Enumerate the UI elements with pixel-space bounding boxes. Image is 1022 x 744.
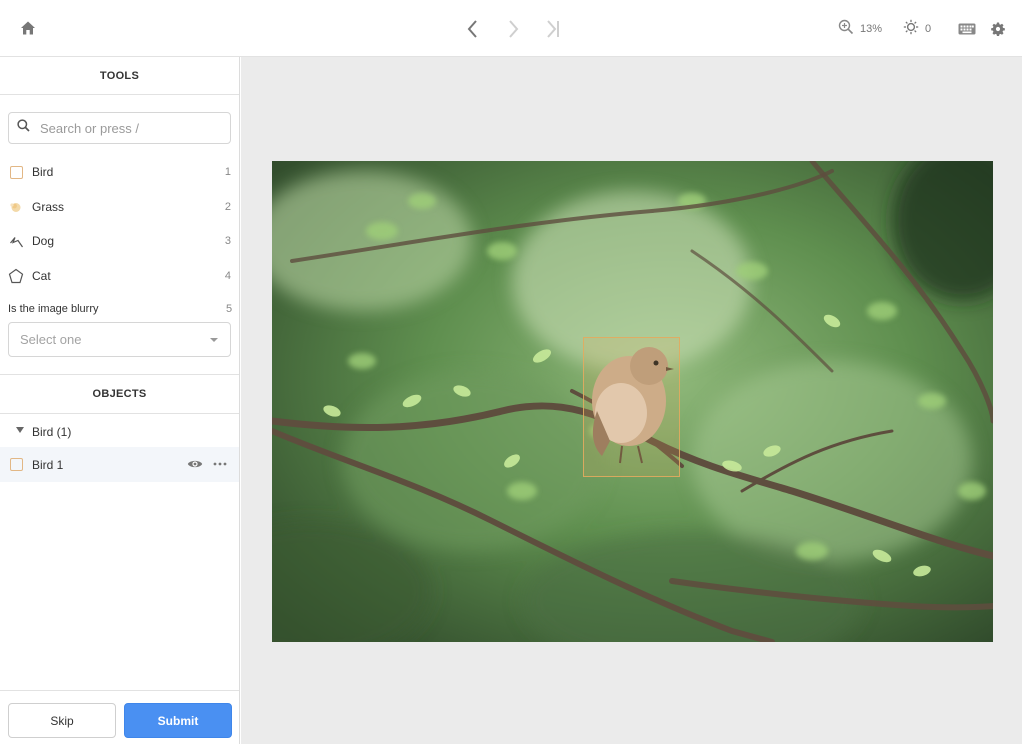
zoom-icon (838, 19, 854, 40)
tool-item-bird[interactable]: Bird 1 (0, 155, 239, 189)
select-placeholder: Select one (20, 332, 82, 347)
bounding-box-icon (8, 457, 24, 473)
group-label: Bird (1) (32, 425, 72, 439)
object-item-bird-1[interactable]: Bird 1 (0, 447, 239, 482)
image-to-label[interactable] (272, 161, 993, 642)
tool-item-dog[interactable]: Dog 3 (0, 224, 239, 258)
zoom-level: 13% (860, 23, 883, 35)
labeling-canvas[interactable] (241, 57, 1022, 744)
collapse-triangle-icon[interactable] (16, 427, 24, 433)
brightness-icon (903, 19, 919, 40)
chevron-down-icon (210, 338, 218, 342)
objects-section-title: OBJECTS (0, 374, 239, 414)
top-toolbar: 13% 0 (0, 0, 1022, 57)
tool-label: Bird (32, 165, 54, 179)
tool-search[interactable] (8, 112, 231, 144)
bird-bounding-box[interactable] (583, 337, 680, 477)
tool-label: Grass (32, 200, 65, 214)
brightness-control[interactable]: 0 (903, 18, 931, 40)
tool-label: Dog (32, 234, 55, 248)
blurry-question-hotkey: 5 (226, 303, 233, 315)
tool-hotkey: 3 (224, 235, 231, 247)
home-icon[interactable] (16, 16, 40, 40)
polyline-icon (8, 233, 24, 249)
zoom-control[interactable]: 13% (838, 18, 882, 40)
brush-icon (8, 199, 24, 215)
submit-button[interactable]: Submit (124, 703, 232, 738)
bounding-box-icon (8, 164, 24, 180)
tool-label: Cat (32, 269, 51, 283)
object-label: Bird 1 (32, 457, 64, 472)
tool-item-grass[interactable]: Grass 2 (0, 190, 239, 224)
tools-section-title: TOOLS (0, 57, 239, 95)
skip-button[interactable]: Skip (8, 703, 116, 738)
search-input[interactable] (38, 119, 212, 137)
blurry-select[interactable]: Select one (8, 322, 231, 357)
eye-icon[interactable] (186, 456, 204, 472)
search-icon (17, 119, 30, 137)
keyboard-icon[interactable] (956, 18, 978, 40)
previous-icon[interactable] (461, 16, 485, 42)
brightness-value: 0 (925, 23, 932, 35)
tool-hotkey: 2 (224, 201, 231, 213)
sidebar-footer: Skip Submit (0, 690, 239, 744)
blurry-question-label: Is the image blurry (8, 303, 99, 315)
skip-to-last-icon[interactable] (541, 16, 565, 42)
tool-hotkey: 4 (224, 270, 231, 282)
object-group-bird[interactable]: Bird (1) (0, 421, 239, 443)
sidebar: TOOLS Bird 1 Grass 2 Dog 3 Cat 4 Is the … (0, 57, 240, 744)
gear-icon[interactable] (988, 18, 1008, 40)
tool-item-cat[interactable]: Cat 4 (0, 259, 239, 293)
polygon-icon (8, 268, 24, 284)
tool-hotkey: 1 (224, 166, 231, 178)
next-icon[interactable] (501, 16, 525, 42)
more-options-icon[interactable] (211, 456, 229, 472)
